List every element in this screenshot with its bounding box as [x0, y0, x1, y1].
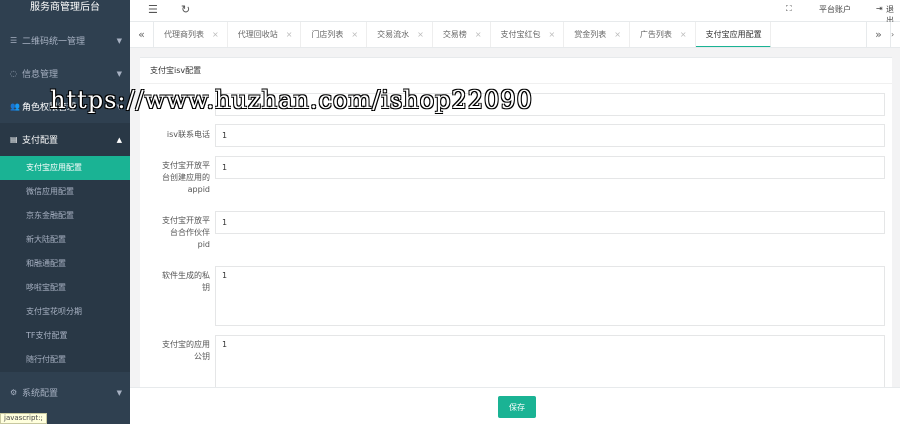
menu-group-label: 二维码统一管理	[22, 37, 86, 47]
menu-group-payment[interactable]: ▤ 支付配置 ▲	[0, 123, 130, 156]
sidebar-item-wechat[interactable]: 微信应用配置	[0, 180, 130, 204]
close-icon[interactable]: ×	[549, 30, 556, 39]
sidebar-item-newland[interactable]: 新大陆配置	[0, 228, 130, 252]
menu-group-label: 系统配置	[22, 389, 59, 399]
tab-bar: « 代理商列表 × 代理回收站 × 门店列表 × 交易流水 × 交易榜 × 支付宝红包 × …	[130, 22, 900, 48]
bell-icon: ◌	[10, 69, 17, 78]
payment-icon: ▤	[10, 135, 18, 144]
brand-title: 服务商管理后台	[0, 0, 130, 20]
private-key-textarea[interactable]: 1	[215, 266, 885, 326]
close-icon[interactable]: ×	[475, 30, 482, 39]
tab-label: 交易榜	[442, 30, 467, 39]
tabs-scroll-right-icon[interactable]: »	[866, 22, 890, 48]
tab-label: 交易流水	[377, 30, 410, 39]
users-icon: 👥	[10, 102, 20, 111]
sidebar-item-alipay-app[interactable]: 支付宝应用配置	[0, 156, 130, 180]
gear-icon: ⚙	[10, 388, 18, 397]
close-icon[interactable]: ×	[212, 30, 219, 39]
sidebar-item-suixingfu[interactable]: 随行付配置	[0, 348, 130, 372]
tab-ranking[interactable]: 交易榜 ×	[433, 22, 491, 47]
close-icon[interactable]: ×	[614, 30, 621, 39]
field-label: 支付宝开放平台合作伙伴pid	[162, 216, 210, 249]
topbar: ☰ ↻ ⛶ 平台账户 ⇥ 退出	[130, 0, 900, 25]
tab-transactions[interactable]: 交易流水 ×	[367, 22, 433, 47]
caret-down-icon: ▼	[116, 69, 122, 78]
tab-alipay-config[interactable]: 支付宝应用配置	[695, 22, 771, 47]
tab-label: 代理商列表	[164, 30, 204, 39]
sidebar-item-duolabao[interactable]: 哆啦宝配置	[0, 276, 130, 300]
refresh-icon[interactable]: ↻	[181, 3, 190, 16]
field-label: 软件生成的私钥	[162, 271, 210, 292]
tab-agent-recycle[interactable]: 代理回收站 ×	[228, 22, 302, 47]
tab-label: 支付宝红包	[500, 30, 541, 39]
tabs-menu-icon[interactable]: ›	[890, 22, 900, 48]
tabs-scroll-left-icon[interactable]: «	[130, 22, 154, 48]
watermark: https://www.huzhan.com/ishop22090	[50, 86, 533, 114]
sidebar-item-herongtong[interactable]: 和融通配置	[0, 252, 130, 276]
tab-label: 赏金列表	[574, 30, 607, 39]
menu-group-qrcode[interactable]: ☰ 二维码统一管理 ▼	[0, 24, 130, 57]
tab-label: 支付宝应用配置	[705, 30, 762, 39]
tab-agents[interactable]: 代理商列表 ×	[154, 22, 228, 47]
sidebar-item-tf[interactable]: TF支付配置	[0, 324, 130, 348]
sidebar: 服务商管理后台 ☰ 二维码统一管理 ▼ ◌ 信息管理 ▼ 👥 角色权限管理 ▼ …	[0, 0, 130, 424]
menu-toggle-icon[interactable]: ☰	[148, 3, 158, 16]
tab-ads[interactable]: 广告列表 ×	[630, 22, 696, 47]
caret-down-icon: ▼	[116, 36, 122, 45]
menu-group-label: 支付配置	[22, 136, 59, 146]
tab-label: 门店列表	[311, 30, 344, 39]
caret-down-icon: ▼	[116, 388, 122, 397]
tab-label: 广告列表	[639, 30, 672, 39]
tab-bounty[interactable]: 赏金列表 ×	[564, 22, 630, 47]
field-label: 支付宝的应用公钥	[162, 340, 210, 361]
close-icon[interactable]: ×	[351, 30, 358, 39]
sidebar-item-jd[interactable]: 京东金融配置	[0, 204, 130, 228]
field-label: 支付宝开放平台创建应用的appid	[162, 161, 210, 194]
form-footer: 保存	[130, 387, 900, 424]
save-button[interactable]: 保存	[498, 396, 536, 418]
appid-input[interactable]	[215, 156, 885, 179]
field-label: isv联系电话	[166, 130, 210, 139]
tab-label: 代理回收站	[237, 30, 278, 39]
public-key-textarea[interactable]: 1	[215, 335, 885, 387]
close-icon[interactable]: ×	[680, 30, 687, 39]
menu-group-system[interactable]: ⚙ 系统配置 ▼	[0, 376, 130, 409]
isv-phone-input[interactable]	[215, 124, 885, 147]
tab-stores[interactable]: 门店列表 ×	[301, 22, 368, 47]
fullscreen-icon[interactable]: ⛶	[786, 4, 792, 14]
tabs: 代理商列表 × 代理回收站 × 门店列表 × 交易流水 × 交易榜 × 支付宝红包 × 赏金…	[154, 22, 866, 47]
browser-status-bar: javascript:;	[0, 413, 47, 424]
account-link[interactable]: 平台账户	[819, 4, 851, 15]
sidebar-item-huabei[interactable]: 支付宝花呗分期	[0, 300, 130, 324]
logout-icon[interactable]: ⇥	[876, 4, 883, 13]
pid-input[interactable]	[215, 211, 885, 234]
app: 服务商管理后台 ☰ 二维码统一管理 ▼ ◌ 信息管理 ▼ 👥 角色权限管理 ▼ …	[0, 0, 900, 424]
close-icon[interactable]: ×	[417, 30, 424, 39]
caret-up-icon: ▲	[116, 135, 122, 144]
payment-submenu: 支付宝应用配置 微信应用配置 京东金融配置 新大陆配置 和融通配置 哆啦宝配置 …	[0, 156, 130, 372]
menu-group-label: 信息管理	[22, 70, 59, 80]
close-icon[interactable]: ×	[286, 30, 293, 39]
panel-title: 支付宝isv配置	[140, 58, 892, 84]
tab-alipay-redpacket[interactable]: 支付宝红包 ×	[491, 22, 565, 47]
list-icon: ☰	[10, 36, 18, 45]
